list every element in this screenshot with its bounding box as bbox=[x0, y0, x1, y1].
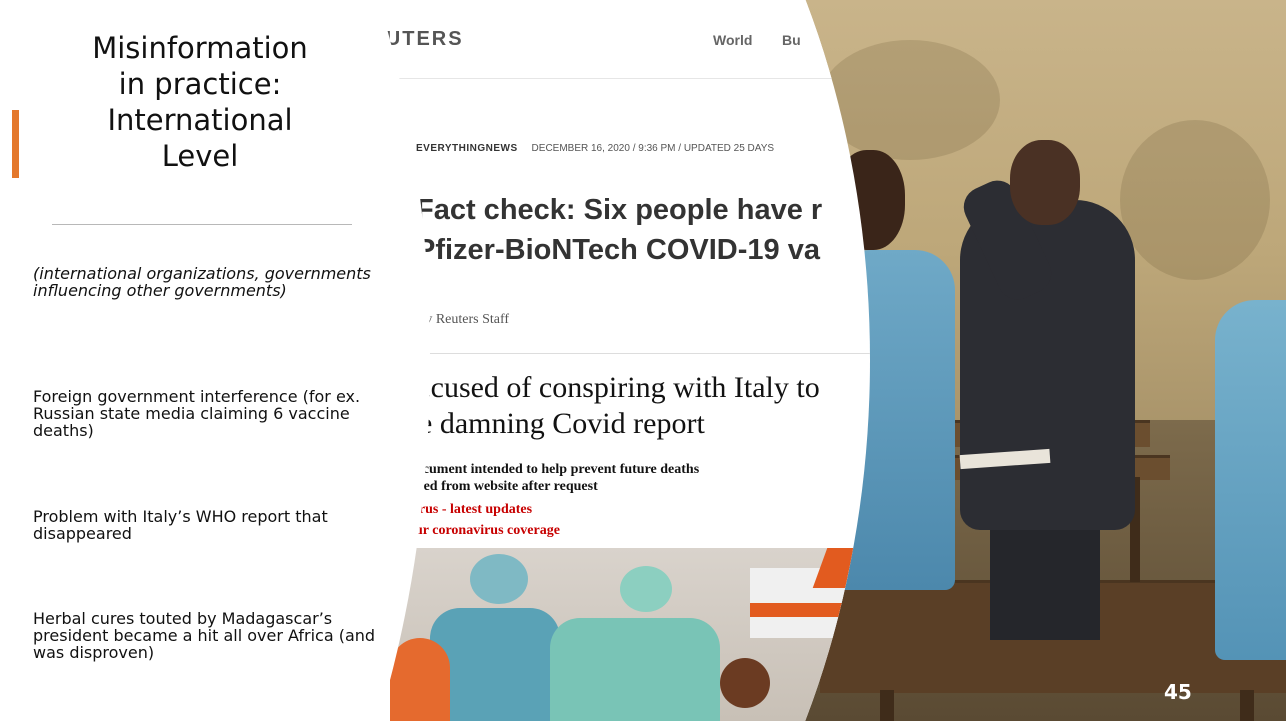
byline: By Reuters Staff bbox=[416, 312, 510, 327]
guardian-headline-line: ve damning Covid report bbox=[404, 407, 705, 440]
title-line: Misinformation bbox=[92, 31, 308, 65]
reuters-headline-line: Fact check: Six people have r bbox=[416, 194, 823, 226]
desk-leg bbox=[1240, 690, 1254, 721]
page-number: 45 bbox=[1164, 680, 1192, 704]
standfirst-line: document intended to help prevent future… bbox=[408, 462, 700, 477]
title-line: International bbox=[107, 103, 293, 137]
student-legs bbox=[990, 520, 1100, 640]
bullet-point: Herbal cures touted by Madagascar’s pres… bbox=[33, 609, 376, 662]
guardian-standfirst: document intended to help prevent future… bbox=[408, 461, 699, 495]
guardian-headline-line: accused of conspiring with Italy to bbox=[404, 371, 820, 404]
nav-business: Bu bbox=[782, 32, 801, 48]
medic-scrubs bbox=[550, 618, 720, 721]
title-rule bbox=[52, 224, 352, 225]
accent-bar bbox=[12, 110, 19, 178]
hospital-photo bbox=[390, 548, 870, 721]
patient-head bbox=[720, 658, 770, 708]
medic-cap bbox=[620, 566, 672, 612]
desk-leg bbox=[880, 690, 894, 721]
reuters-header: REUTERS World Bu bbox=[330, 0, 870, 79]
bullet-point: Foreign government interference (for ex.… bbox=[33, 387, 361, 440]
title-line: in practice: bbox=[118, 67, 282, 101]
article-tag: EVERYTHINGNEWS bbox=[416, 143, 518, 154]
wall-stain bbox=[1120, 120, 1270, 280]
slide: 45 REUTERS World Bu EVERYTHINGNEWS DECEM… bbox=[0, 0, 1286, 721]
intro-text: (international organizations, government… bbox=[33, 264, 371, 300]
standfirst-line: ulled from website after request bbox=[408, 479, 598, 494]
blue-coat-child bbox=[1215, 300, 1286, 660]
nav-world: World bbox=[713, 32, 753, 48]
coverage-link[interactable]: our coronavirus coverage bbox=[408, 523, 560, 539]
latest-updates-link[interactable]: virus - latest updates bbox=[408, 502, 532, 518]
reuters-headline-line: Pfizer-BioNTech COVID-19 va bbox=[416, 234, 820, 266]
guardian-headline: accused of conspiring with Italy to ve d… bbox=[404, 370, 820, 442]
reuters-headline: Fact check: Six people have r Pfizer-Bio… bbox=[416, 190, 870, 270]
medic-cap bbox=[470, 554, 528, 604]
title-line: Level bbox=[161, 139, 239, 173]
student-head bbox=[1010, 140, 1080, 225]
orange-vest bbox=[390, 638, 450, 721]
article-dateline: DECEMBER 16, 2020 / 9:36 PM / UPDATED 25… bbox=[531, 143, 775, 154]
text-panel: Misinformation in practice: Internationa… bbox=[0, 0, 430, 721]
slide-title: Misinformation in practice: Internationa… bbox=[40, 30, 360, 174]
bullet-point: Problem with Italy’s WHO report that dis… bbox=[33, 507, 328, 543]
divider bbox=[416, 353, 870, 354]
article-meta: EVERYTHINGNEWS DECEMBER 16, 2020 / 9:36 … bbox=[416, 143, 774, 154]
